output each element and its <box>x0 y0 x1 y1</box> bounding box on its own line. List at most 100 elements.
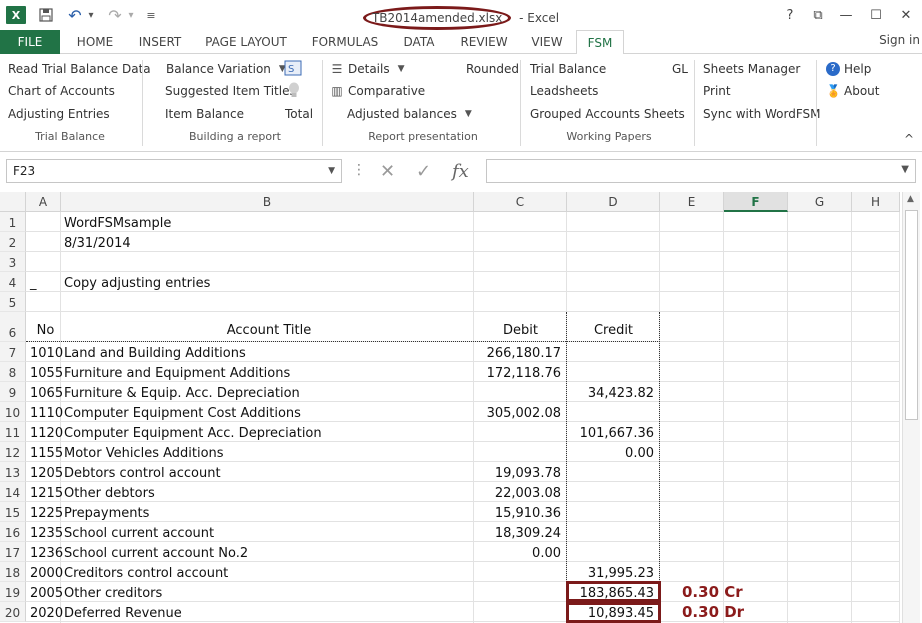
scroll-up-icon[interactable]: ▲ <box>907 194 914 204</box>
cell-a12[interactable]: 1155 <box>26 442 63 462</box>
row-header[interactable]: 9 <box>0 382 26 402</box>
sign-in-link[interactable]: Sign in <box>879 33 920 47</box>
cell-a5[interactable] <box>26 292 61 312</box>
cell-b19[interactable]: Other creditors <box>61 582 474 602</box>
cell-a3[interactable] <box>26 252 61 272</box>
row-header[interactable]: 15 <box>0 502 26 522</box>
cell-c3[interactable] <box>474 252 567 272</box>
cell-b20[interactable]: Deferred Revenue <box>61 602 474 622</box>
cell-c2[interactable] <box>474 232 567 252</box>
cell-c8[interactable]: 172,118.76 <box>474 362 567 382</box>
leadsheets-button[interactable]: Leadsheets <box>530 84 598 98</box>
calculator-icon[interactable]: S <box>284 60 302 76</box>
cell-c14[interactable]: 22,003.08 <box>474 482 567 502</box>
cell-d10[interactable] <box>567 402 660 422</box>
adjusting-entries-button[interactable]: Adjusting Entries <box>8 107 110 121</box>
tab-data[interactable]: DATA <box>394 30 444 54</box>
sync-wordfsm-button[interactable]: Sync with WordFSM <box>703 107 821 121</box>
cell-b11[interactable]: Computer Equipment Acc. Depreciation <box>61 422 474 442</box>
suggested-item-titles-button[interactable]: Suggested Item Titles <box>165 84 296 98</box>
column-header-h[interactable]: H <box>852 192 900 212</box>
cell-b4[interactable]: Copy adjusting entries <box>61 272 474 292</box>
cell-d11[interactable]: 101,667.36 <box>567 422 660 442</box>
gl-button[interactable]: GL <box>672 62 688 76</box>
cell-a9[interactable]: 1065 <box>26 382 63 402</box>
cell-d16[interactable] <box>567 522 660 542</box>
tab-file[interactable]: FILE <box>0 30 60 54</box>
cell-a13[interactable]: 1205 <box>26 462 63 482</box>
cell-d9[interactable]: 34,423.82 <box>567 382 660 402</box>
cell-d1[interactable] <box>567 212 660 232</box>
tab-formulas[interactable]: FORMULAS <box>304 30 386 54</box>
cell-b10[interactable]: Computer Equipment Cost Additions <box>61 402 474 422</box>
scrollbar-thumb[interactable] <box>905 210 918 420</box>
cell-a16[interactable]: 1235 <box>26 522 63 542</box>
more-icon[interactable]: ⋮ <box>352 162 366 178</box>
balance-variation-button[interactable]: Balance Variation ▼ <box>166 62 286 76</box>
comparative-button[interactable]: ▥ Comparative <box>330 84 425 98</box>
cell-d2[interactable] <box>567 232 660 252</box>
select-all-corner[interactable] <box>0 192 26 212</box>
cell-d12[interactable]: 0.00 <box>567 442 660 462</box>
cell-b7[interactable]: Land and Building Additions <box>61 342 474 362</box>
row-header[interactable]: 20 <box>0 602 26 622</box>
column-header-g[interactable]: G <box>788 192 852 212</box>
cell-b5[interactable] <box>61 292 474 312</box>
formula-input[interactable]: ▼ <box>486 159 916 183</box>
row-header[interactable]: 10 <box>0 402 26 422</box>
row-header[interactable]: 3 <box>0 252 26 272</box>
cell-b15[interactable]: Prepayments <box>61 502 474 522</box>
item-balance-button[interactable]: Item Balance <box>165 107 244 121</box>
cell-a10[interactable]: 1110 <box>26 402 63 422</box>
column-header-a[interactable]: A <box>26 192 61 212</box>
tab-view[interactable]: VIEW <box>524 30 570 54</box>
cell-a8[interactable]: 1055 <box>26 362 63 382</box>
cancel-icon[interactable]: ✕ <box>380 161 395 182</box>
row-header[interactable]: 1 <box>0 212 26 232</box>
tab-fsm[interactable]: FSM <box>576 30 624 55</box>
help-button[interactable]: ? <box>780 6 800 24</box>
cell-d3[interactable] <box>567 252 660 272</box>
cell-b13[interactable]: Debtors control account <box>61 462 474 482</box>
cell-d7[interactable] <box>567 342 660 362</box>
tab-review[interactable]: REVIEW <box>452 30 516 54</box>
tab-insert[interactable]: INSERT <box>130 30 190 54</box>
cell-b12[interactable]: Motor Vehicles Additions <box>61 442 474 462</box>
row-header[interactable]: 18 <box>0 562 26 582</box>
details-button[interactable]: ☰ Details ▼ <box>330 62 405 76</box>
cell-b8[interactable]: Furniture and Equipment Additions <box>61 362 474 382</box>
column-header-f[interactable]: F <box>724 192 788 212</box>
cell-b6[interactable]: Account Title <box>61 312 474 342</box>
cell-b18[interactable]: Creditors control account <box>61 562 474 582</box>
insert-function-icon[interactable]: fx <box>452 161 469 182</box>
cell-d14[interactable] <box>567 482 660 502</box>
cell-a17[interactable]: 1236 <box>26 542 63 562</box>
name-box[interactable]: F23 ▼ <box>6 159 342 183</box>
cell-b2[interactable]: 8/31/2014 <box>61 232 474 252</box>
cell-b3[interactable] <box>61 252 474 272</box>
row-header[interactable]: 7 <box>0 342 26 362</box>
minimize-button[interactable]: — <box>836 6 856 24</box>
cell-c9[interactable] <box>474 382 567 402</box>
row-header[interactable]: 11 <box>0 422 26 442</box>
cell-a7[interactable]: 1010 <box>26 342 63 362</box>
cell-d15[interactable] <box>567 502 660 522</box>
cell-a1[interactable] <box>26 212 61 232</box>
row-header[interactable]: 14 <box>0 482 26 502</box>
row-header[interactable]: 13 <box>0 462 26 482</box>
total-button[interactable]: Total <box>285 107 313 121</box>
cell-c18[interactable] <box>474 562 567 582</box>
cell-c7[interactable]: 266,180.17 <box>474 342 567 362</box>
cell-d4[interactable] <box>567 272 660 292</box>
ribbon-display-icon[interactable]: ⧉ <box>808 6 828 24</box>
cell-b14[interactable]: Other debtors <box>61 482 474 502</box>
cell-c11[interactable] <box>474 422 567 442</box>
cell-c15[interactable]: 15,910.36 <box>474 502 567 522</box>
cell-d5[interactable] <box>567 292 660 312</box>
cell-c5[interactable] <box>474 292 567 312</box>
cell-a18[interactable]: 2000 <box>26 562 63 582</box>
cell-a19[interactable]: 2005 <box>26 582 63 602</box>
chart-of-accounts-button[interactable]: Chart of Accounts <box>8 84 115 98</box>
cell-b1[interactable]: WordFSMsample <box>61 212 474 232</box>
row-header[interactable]: 6 <box>0 312 26 342</box>
